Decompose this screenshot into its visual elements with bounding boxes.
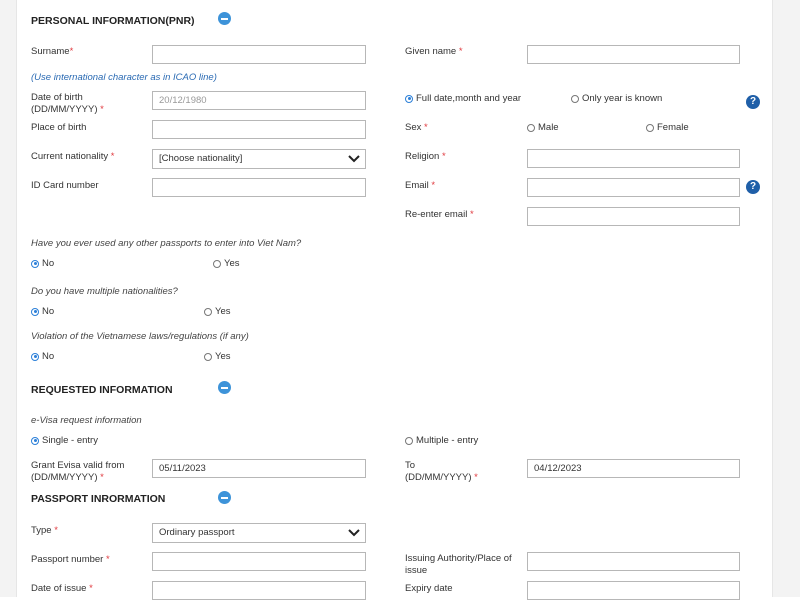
- multiple-nationalities-no-radio[interactable]: No: [31, 306, 54, 317]
- passport-collapse-icon[interactable]: [218, 491, 231, 504]
- pob-input[interactable]: [152, 120, 366, 139]
- pob-label: Place of birth: [31, 122, 87, 133]
- radio-unselected-icon: [527, 123, 535, 132]
- other-passports-yes-radio[interactable]: Yes: [213, 258, 240, 269]
- radio-unselected-icon: [405, 436, 413, 445]
- radio-unselected-icon: [213, 259, 221, 268]
- other-passports-question: Have you ever used any other passports t…: [31, 238, 302, 249]
- reemail-label: Re-enter email *: [405, 209, 474, 220]
- sex-male-radio[interactable]: Male: [527, 122, 559, 133]
- multiple-nationalities-question: Do you have multiple nationalities?: [31, 286, 178, 297]
- sex-female-radio[interactable]: Female: [646, 122, 689, 133]
- personal-info-title: PERSONAL INFORMATION(PNR): [31, 15, 195, 27]
- evisa-request-note: e-Visa request information: [31, 415, 142, 426]
- religion-input[interactable]: [527, 149, 740, 168]
- email-label: Email *: [405, 180, 436, 191]
- dob-label: Date of birth (DD/MM/YYYY) *: [31, 92, 104, 115]
- other-passports-no-radio[interactable]: No: [31, 258, 54, 269]
- email-help-icon[interactable]: ?: [746, 180, 760, 194]
- expiry-date-label: Expiry date: [405, 583, 453, 594]
- chevron-down-icon: [348, 529, 360, 537]
- valid-from-label: Grant Evisa valid from (DD/MM/YYYY) *: [31, 460, 125, 483]
- radio-unselected-icon: [204, 352, 212, 361]
- dob-input[interactable]: [152, 91, 366, 110]
- given-name-label: Given name *: [405, 46, 463, 57]
- id-card-input[interactable]: [152, 178, 366, 197]
- valid-to-label: To (DD/MM/YYYY) *: [405, 460, 478, 483]
- dob-help-icon[interactable]: ?: [746, 95, 760, 109]
- radio-selected-icon: [31, 436, 39, 445]
- radio-selected-icon: [31, 307, 39, 316]
- issue-date-input[interactable]: [152, 581, 366, 600]
- email-input[interactable]: [527, 178, 740, 197]
- passport-number-label: Passport number *: [31, 554, 110, 565]
- chevron-down-icon: [348, 155, 360, 163]
- right-page-margin: [772, 0, 800, 597]
- given-name-input[interactable]: [527, 45, 740, 64]
- surname-label: Surname*: [31, 46, 74, 57]
- religion-label: Religion *: [405, 151, 446, 162]
- issue-date-label: Date of issue *: [31, 583, 93, 594]
- radio-selected-icon: [31, 259, 39, 268]
- issuing-authority-input[interactable]: [527, 552, 740, 571]
- requested-collapse-icon[interactable]: [218, 381, 231, 394]
- icao-note: (Use international character as in ICAO …: [31, 72, 217, 83]
- issuing-authority-label: Issuing Authority/Place of issue: [405, 553, 512, 576]
- violation-no-radio[interactable]: No: [31, 351, 54, 362]
- passport-type-select[interactable]: Ordinary passport: [152, 523, 366, 543]
- passport-info-title: PASSPORT INRORMATION: [31, 493, 166, 505]
- dob-year-only-radio[interactable]: Only year is known: [571, 93, 662, 104]
- left-page-margin: [0, 0, 17, 597]
- multiple-entry-radio[interactable]: Multiple - entry: [405, 435, 478, 446]
- nationality-select[interactable]: [Choose nationality]: [152, 149, 366, 169]
- passport-number-input[interactable]: [152, 552, 366, 571]
- violation-yes-radio[interactable]: Yes: [204, 351, 231, 362]
- radio-unselected-icon: [571, 94, 579, 103]
- passport-type-label: Type *: [31, 525, 58, 536]
- id-card-label: ID Card number: [31, 180, 99, 191]
- radio-unselected-icon: [204, 307, 212, 316]
- valid-to-input[interactable]: [527, 459, 740, 478]
- radio-unselected-icon: [646, 123, 654, 132]
- violation-question: Violation of the Vietnamese laws/regulat…: [31, 331, 249, 342]
- nationality-label: Current nationality *: [31, 151, 115, 162]
- personal-collapse-icon[interactable]: [218, 12, 231, 25]
- dob-full-date-radio[interactable]: Full date,month and year: [405, 93, 521, 104]
- sex-label: Sex *: [405, 122, 428, 133]
- surname-input[interactable]: [152, 45, 366, 64]
- requested-info-title: REQUESTED INFORMATION: [31, 384, 173, 396]
- radio-selected-icon: [31, 352, 39, 361]
- expiry-date-input[interactable]: [527, 581, 740, 600]
- single-entry-radio[interactable]: Single - entry: [31, 435, 98, 446]
- valid-from-input[interactable]: [152, 459, 366, 478]
- multiple-nationalities-yes-radio[interactable]: Yes: [204, 306, 231, 317]
- reemail-input[interactable]: [527, 207, 740, 226]
- radio-selected-icon: [405, 94, 413, 103]
